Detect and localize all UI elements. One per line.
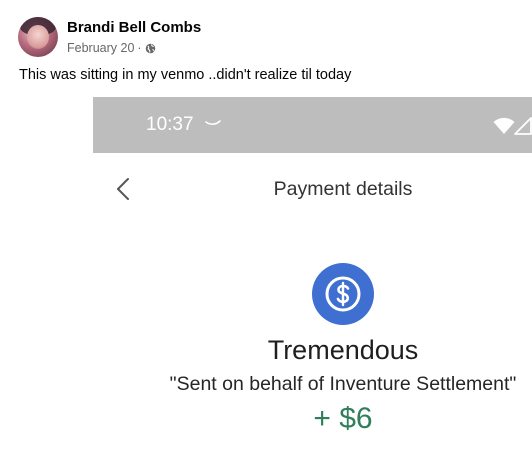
payment-memo: "Sent on behalf of Inventure Settlement"	[169, 373, 517, 395]
screen-title: Payment details	[273, 178, 413, 200]
status-bar: 10:37	[93, 97, 532, 153]
post-date[interactable]: February 20	[67, 41, 134, 55]
wifi-icon	[493, 117, 515, 134]
author-name[interactable]: Brandi Bell Combs	[67, 19, 201, 36]
globe-icon[interactable]	[145, 43, 156, 54]
meta-separator: ·	[137, 41, 142, 55]
status-time: 10:37	[146, 114, 194, 135]
post-meta: February 20 ·	[67, 40, 156, 56]
post-caption: This was sitting in my venmo ..didn't re…	[19, 67, 352, 83]
avatar[interactable]	[18, 17, 58, 57]
merchant-name: Tremendous	[267, 335, 419, 365]
venmo-screenshot[interactable]: 10:37 Payment details Tremendous "Sent o…	[93, 97, 532, 454]
notification-icon	[205, 120, 221, 125]
dollar-icon	[312, 263, 374, 325]
payment-amount: + $6	[313, 402, 373, 435]
signal-icon	[514, 117, 532, 135]
post-header: Brandi Bell Combs February 20 · This was…	[0, 0, 532, 95]
facebook-post: Brandi Bell Combs February 20 · This was…	[0, 0, 532, 454]
avatar-face	[27, 25, 49, 49]
